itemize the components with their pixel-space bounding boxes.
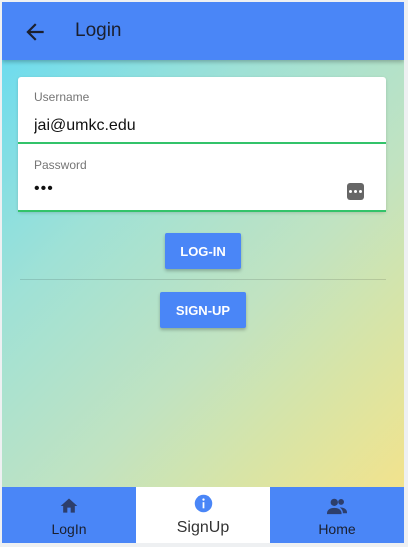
- tab-signup[interactable]: SignUp: [136, 487, 270, 543]
- home-icon: [60, 498, 78, 513]
- tab-home[interactable]: Home: [270, 487, 404, 543]
- app-window: Login Username Password ••• LOG-IN SIGN-…: [2, 2, 404, 543]
- login-button[interactable]: LOG-IN: [165, 233, 241, 269]
- username-label: Username: [34, 90, 90, 104]
- bottom-tab-bar: LogIn SignUp Home: [2, 487, 404, 543]
- password-underline: [18, 210, 386, 212]
- people-icon: [327, 498, 347, 515]
- show-password-icon[interactable]: [347, 183, 364, 200]
- password-label: Password: [34, 158, 87, 172]
- divider: [20, 279, 386, 280]
- login-content: Username Password ••• LOG-IN SIGN-UP: [2, 60, 404, 487]
- login-form: Username Password •••: [18, 77, 386, 212]
- tab-login-label: LogIn: [51, 521, 87, 537]
- tab-signup-label: SignUp: [176, 519, 230, 536]
- tab-home-label: Home: [318, 521, 356, 537]
- page-title: Login: [75, 20, 122, 41]
- username-input[interactable]: [34, 117, 334, 135]
- username-underline: [18, 142, 386, 144]
- signup-button[interactable]: SIGN-UP: [160, 292, 246, 328]
- password-input[interactable]: •••: [34, 180, 334, 198]
- back-button[interactable]: [22, 19, 48, 45]
- app-header: Login: [2, 2, 404, 60]
- tab-login[interactable]: LogIn: [2, 487, 136, 543]
- arrow-back-icon: [26, 23, 44, 41]
- info-icon: [194, 494, 213, 513]
